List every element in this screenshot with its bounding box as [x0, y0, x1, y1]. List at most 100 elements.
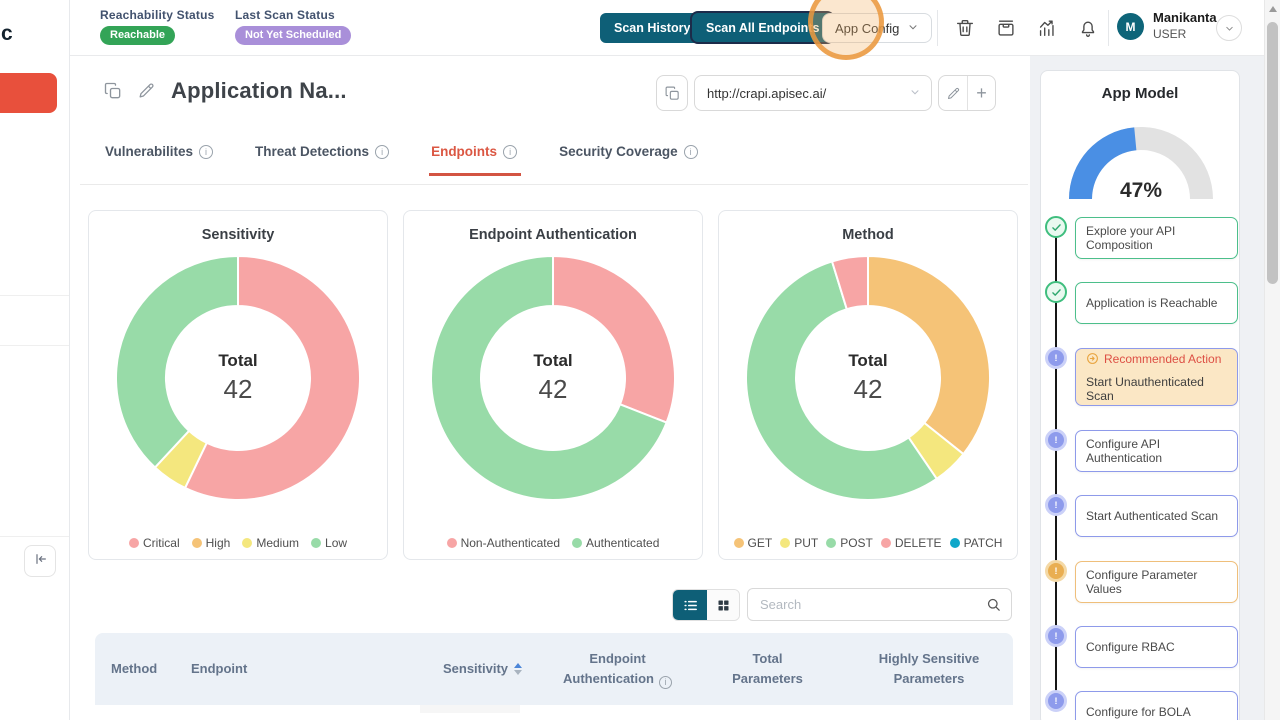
tab-threat-detections[interactable]: Threat Detections i — [255, 144, 389, 176]
legend-item-critical: Critical — [129, 536, 180, 550]
tab-security-coverage[interactable]: Security Coveragei — [559, 144, 698, 176]
sort-icon[interactable] — [514, 663, 522, 675]
sensitivity-cell-highlight — [420, 705, 520, 713]
header-line: Endpoint — [191, 661, 247, 676]
archive-icon[interactable] — [995, 17, 1017, 39]
column-header-total-parameters: TotalParameters — [690, 649, 845, 689]
user-menu-caret[interactable] — [1216, 15, 1242, 41]
url-copy-icon[interactable] — [656, 75, 688, 111]
info-icon[interactable]: i — [199, 145, 213, 159]
grid-view-button[interactable] — [707, 590, 739, 620]
edit-title-icon[interactable] — [137, 81, 157, 101]
sidebar-collapse-button[interactable] — [24, 545, 56, 577]
app-config-label: App Config — [835, 21, 899, 36]
app-model-step-configure-for-bola[interactable]: Configure for BOLA — [1075, 691, 1238, 720]
sort-desc-icon — [514, 670, 522, 675]
check-circle-icon — [1045, 281, 1067, 303]
step-label: Application is Reachable — [1086, 296, 1227, 310]
method-chart-card: Method Total42 GETPUTPOSTDELETEPATCH — [718, 210, 1018, 560]
column-header-sensitivity[interactable]: Sensitivity — [420, 659, 545, 679]
search-input[interactable] — [747, 588, 1012, 621]
legend-item-patch: PATCH — [950, 536, 1003, 550]
legend-item-low: Low — [311, 536, 347, 550]
app-config-button[interactable]: App Config — [822, 13, 932, 43]
legend-label: Non-Authenticated — [461, 536, 560, 550]
legend-label: Authenticated — [586, 536, 659, 550]
tab-endpoints[interactable]: Endpoints i — [431, 144, 517, 176]
app-model-step-configure-parameter-values[interactable]: Configure Parameter Values — [1075, 561, 1238, 603]
chart-legend: GETPUTPOSTDELETEPATCH — [719, 536, 1017, 550]
header-line: Highly Sensitive — [879, 651, 979, 666]
bell-icon[interactable] — [1077, 17, 1099, 39]
legend-dot — [242, 538, 252, 548]
app-model-step-configure-rbac[interactable]: Configure RBAC — [1075, 626, 1238, 668]
user-avatar[interactable]: M — [1117, 13, 1144, 40]
donut-segment-get — [868, 256, 990, 454]
url-add-icon[interactable]: + — [967, 76, 995, 110]
column-header-text: Endpoint — [191, 659, 247, 679]
header-line: Method — [111, 661, 157, 676]
legend-item-post: POST — [826, 536, 873, 550]
info-icon[interactable]: i — [375, 145, 389, 159]
legend-dot — [950, 538, 960, 548]
legend-label: Medium — [256, 536, 299, 550]
column-header-text: Highly SensitiveParameters — [879, 649, 979, 689]
chart-legend: Critical High Medium Low — [89, 536, 387, 550]
recommended-action-badge: Recommended Action — [1104, 352, 1221, 366]
app-logo: c — [1, 22, 13, 46]
legend-item-delete: DELETE — [881, 536, 942, 550]
app-model-step-configure-api-authentication[interactable]: Configure API Authentication — [1075, 430, 1238, 472]
tab-label: Threat Detections — [255, 144, 369, 159]
copy-icon[interactable] — [103, 81, 123, 101]
info-icon[interactable]: i — [503, 145, 517, 159]
application-title-row: Application Na... — [103, 78, 347, 104]
legend-item-high: High — [192, 536, 231, 550]
app-model-step-application-is-reachable[interactable]: Application is Reachable — [1075, 282, 1238, 324]
donut-svg-endpoint-authentication — [428, 253, 678, 503]
app-model-step-explore-your-api-composition[interactable]: Explore your API Composition — [1075, 217, 1238, 259]
legend-label: PUT — [794, 536, 818, 550]
legend-label: DELETE — [895, 536, 942, 550]
donut-svg-sensitivity — [113, 253, 363, 503]
header-line: Endpoint — [589, 651, 645, 666]
step-label: Configure RBAC — [1086, 640, 1227, 654]
sidebar-divider — [0, 536, 69, 537]
list-view-button[interactable] — [673, 590, 707, 620]
tab-vulnerabilites[interactable]: Vulnerabilitesi — [105, 144, 213, 176]
scan-all-endpoints-button[interactable]: Scan All Endpoints — [690, 11, 835, 44]
chart-legend: Non-Authenticated Authenticated — [404, 536, 702, 550]
step-label: Configure API Authentication — [1086, 437, 1227, 465]
scrollbar-up-arrow[interactable] — [1269, 6, 1277, 12]
recommended-action-row: Recommended Action — [1086, 352, 1227, 366]
url-select[interactable]: http://crapi.apisec.ai/ — [694, 75, 932, 111]
legend-dot — [734, 538, 744, 548]
trash-icon[interactable] — [954, 17, 976, 39]
legend-item-put: PUT — [780, 536, 818, 550]
donut-chart: Total42 — [743, 253, 993, 503]
view-toggle — [672, 589, 740, 621]
tabs-divider — [80, 184, 1028, 185]
arrow-right-circle-icon — [1086, 352, 1099, 365]
top-bar: Reachability Status Reachable Last Scan … — [70, 0, 1280, 56]
app-model-title: App Model — [1041, 85, 1239, 102]
tab-label: Endpoints — [431, 144, 497, 159]
app-model-panel: App Model 47% Explore your API Compositi… — [1040, 70, 1240, 720]
chart-title: Method — [719, 227, 1017, 243]
scrollbar-thumb[interactable] — [1267, 22, 1278, 284]
header-line: Authentication — [563, 671, 654, 686]
legend-item-non-authenticated: Non-Authenticated — [447, 536, 560, 550]
last-scan-label: Last Scan Status — [235, 8, 351, 22]
legend-dot — [447, 538, 457, 548]
sidebar-red-button[interactable] — [0, 73, 57, 113]
header-line: Sensitivity — [443, 661, 508, 676]
url-edit-icon[interactable] — [939, 76, 967, 110]
donut-svg-method — [743, 253, 993, 503]
info-icon[interactable]: i — [684, 145, 698, 159]
info-icon[interactable]: i — [659, 676, 672, 689]
app-model-step-start-authenticated-scan[interactable]: Start Authenticated Scan — [1075, 495, 1238, 537]
app-model-step-start-unauthenticated-scan[interactable]: Recommended ActionStart Unauthenticated … — [1075, 348, 1238, 406]
reachability-badge: Reachable — [100, 26, 175, 45]
column-header-highly-sensitive-parameters: Highly SensitiveParameters — [845, 649, 1013, 689]
scan-history-button[interactable]: Scan History — [600, 13, 704, 43]
analytics-icon[interactable] — [1036, 17, 1058, 39]
